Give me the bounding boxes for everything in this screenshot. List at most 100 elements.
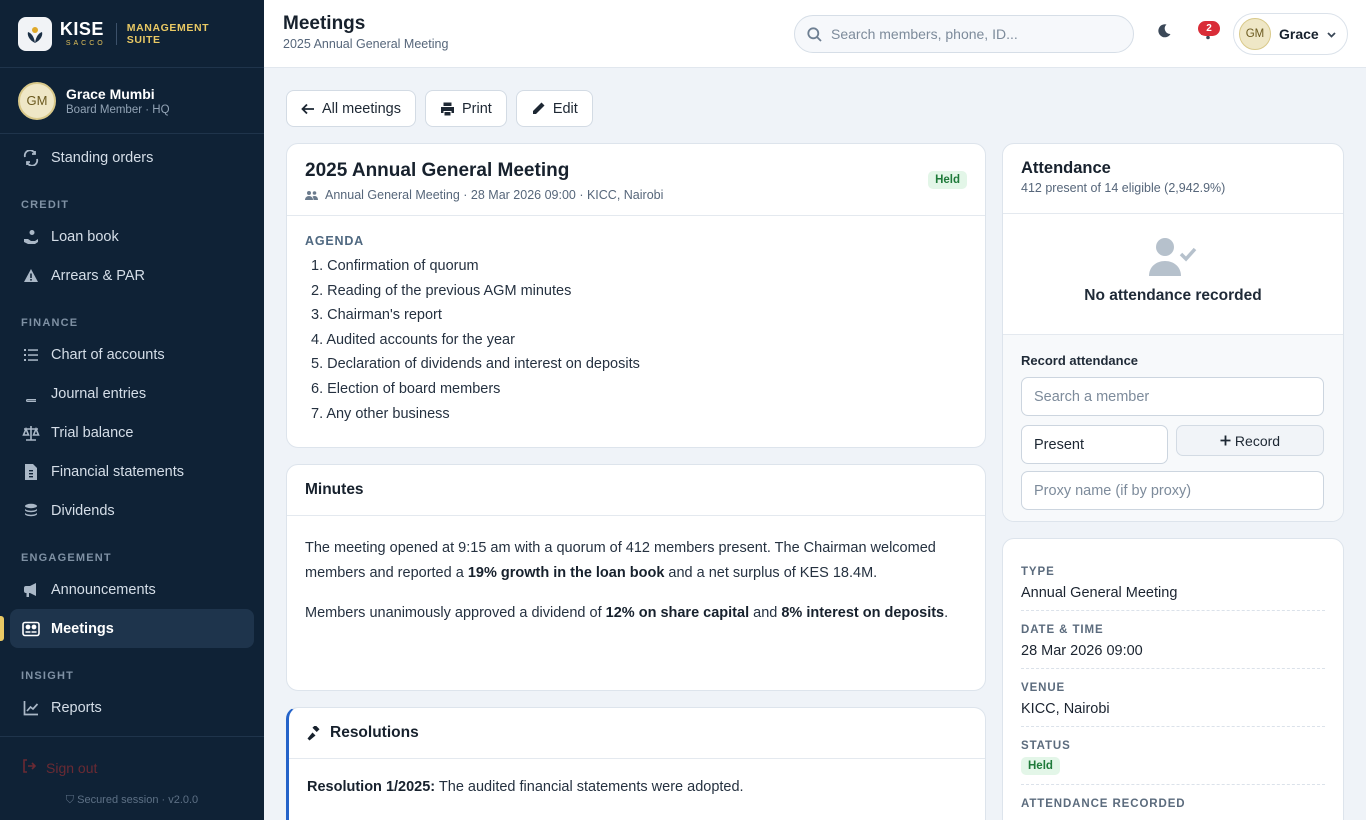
brand-name: KISE	[59, 19, 104, 39]
sidebar-item-label: Dividends	[51, 502, 115, 519]
resolution-text: The audited financial statements were ad…	[435, 779, 744, 795]
book-icon	[22, 385, 40, 403]
agenda-item: 6. Election of board members	[311, 380, 501, 397]
printer-icon	[440, 102, 455, 116]
page-subtitle: 2025 Annual General Meeting	[283, 37, 449, 51]
detail-label: TYPE	[1021, 566, 1055, 578]
avatar: GM	[18, 81, 56, 120]
gavel-icon	[307, 725, 322, 741]
agenda-list: 1. Confirmation of quorum 2. Reading of …	[287, 254, 985, 426]
global-search[interactable]	[794, 15, 1134, 53]
minutes-highlight: 8% interest on deposits	[781, 605, 945, 621]
proxy-name-input[interactable]	[1021, 471, 1324, 510]
sidebar-item-label: Meetings	[51, 620, 114, 637]
sidebar-item-label: Reports	[51, 699, 102, 716]
member-search-input[interactable]	[1021, 377, 1324, 416]
warning-icon	[22, 267, 40, 285]
sidebar-user-card[interactable]: GM Grace Mumbi Board Member · HQ	[0, 68, 264, 134]
attendance-title: Attendance	[1021, 159, 1111, 177]
attendance-empty-state: No attendance recorded	[1003, 214, 1343, 335]
sidebar-item-announcements[interactable]: Announcements	[10, 570, 254, 609]
people-board-icon	[22, 620, 40, 638]
user-menu-button[interactable]: GM Grace	[1233, 13, 1348, 55]
record-button[interactable]: Record	[1176, 425, 1324, 456]
signout-button[interactable]: Sign out	[0, 737, 264, 776]
detail-status: STATUS Held	[1021, 740, 1325, 785]
scale-icon	[22, 424, 40, 442]
sidebar-item-loan-book[interactable]: Loan book	[10, 217, 254, 256]
sidebar-item-meetings[interactable]: Meetings	[0, 609, 254, 648]
status-badge: Held	[1021, 757, 1060, 775]
detail-datetime: DATE & TIME 28 Mar 2026 09:00	[1021, 624, 1325, 669]
user-name: Grace Mumbi	[66, 85, 155, 102]
sidebar-item-label: Journal entries	[51, 385, 147, 402]
detail-label: ATTENDANCE RECORDED	[1021, 798, 1186, 810]
detail-value: Annual General Meeting	[1021, 585, 1178, 601]
detail-value: KICC, Nairobi	[1021, 701, 1110, 717]
megaphone-icon	[22, 581, 40, 599]
attendance-card: Attendance 412 present of 14 eligible (2…	[1002, 143, 1344, 522]
hand-coins-icon	[22, 228, 40, 246]
shield-icon: ⛉	[65, 794, 75, 806]
sidebar: KISE SACCO MANAGEMENT SUITE GM Grace Mum…	[0, 0, 264, 820]
meeting-meta-text: Annual General Meeting · 28 Mar 2026 09:…	[325, 188, 664, 202]
sidebar-item-label: Financial statements	[51, 463, 184, 480]
all-meetings-button[interactable]: All meetings	[286, 90, 416, 127]
signout-label: Sign out	[46, 759, 98, 776]
chevron-down-icon	[1326, 29, 1337, 40]
edit-label: Edit	[552, 100, 578, 117]
detail-label: VENUE	[1021, 682, 1066, 694]
minutes-text: and a net surplus of KES 18.4M.	[664, 564, 878, 581]
attendance-empty-text: No attendance recorded	[1084, 287, 1262, 304]
sign-out-icon	[22, 759, 37, 776]
nav-section-finance: FINANCE	[21, 317, 79, 329]
edit-button[interactable]: Edit	[515, 90, 593, 127]
agenda-heading: AGENDA	[305, 234, 364, 248]
detail-attendance-recorded: ATTENDANCE RECORDED	[1021, 798, 1325, 819]
attendance-status-select[interactable]: Present	[1021, 425, 1168, 464]
agenda-item: 4. Audited accounts for the year	[311, 331, 515, 348]
sidebar-item-label: Chart of accounts	[51, 346, 165, 363]
sidebar-footer: Sign out ⛉ Secured session · v2.0.0	[0, 736, 264, 820]
nav-section-engagement: ENGAGEMENT	[21, 552, 112, 564]
meeting-details-card: TYPE Annual General Meeting DATE & TIME …	[1002, 538, 1344, 820]
sidebar-item-standing-orders[interactable]: Standing orders	[10, 138, 254, 177]
print-label: Print	[461, 100, 492, 117]
sidebar-item-dividends[interactable]: Dividends	[10, 491, 254, 530]
secured-session-note: ⛉ Secured session · v2.0.0	[0, 794, 264, 807]
minutes-text: Members unanimously approved a dividend …	[305, 605, 606, 621]
chart-line-icon	[22, 699, 40, 717]
resolutions-heading: Resolutions	[289, 708, 985, 759]
brand[interactable]: KISE SACCO MANAGEMENT SUITE	[0, 0, 264, 68]
repeat-icon	[22, 149, 40, 167]
notification-count-badge[interactable]: 2	[1198, 21, 1220, 36]
minutes-paragraph: The meeting opened at 9:15 am with a quo…	[305, 536, 967, 585]
status-badge: Held	[928, 171, 967, 189]
search-input[interactable]	[831, 26, 1121, 42]
dark-mode-toggle-icon[interactable]	[1156, 23, 1172, 44]
coins-icon	[22, 502, 40, 520]
brand-divider	[115, 22, 117, 45]
sidebar-item-trial-balance[interactable]: Trial balance	[10, 413, 254, 452]
detail-label: STATUS	[1021, 740, 1071, 752]
sidebar-item-arrears-par[interactable]: Arrears & PAR	[10, 256, 254, 295]
sidebar-item-reports[interactable]: Reports	[10, 688, 254, 727]
sidebar-nav: Standing orders CREDIT Loan book Arrears…	[0, 134, 264, 731]
nav-section-credit: CREDIT	[21, 199, 70, 211]
sidebar-item-label: Loan book	[51, 228, 119, 245]
attendance-header: Attendance 412 present of 14 eligible (2…	[1003, 144, 1343, 214]
sidebar-item-journal-entries[interactable]: Journal entries	[10, 374, 254, 413]
sidebar-item-financial-statements[interactable]: Financial statements	[10, 452, 254, 491]
users-icon	[305, 190, 318, 201]
secured-session-text: Secured session · v2.0.0	[77, 794, 199, 806]
meeting-title: 2025 Annual General Meeting	[305, 160, 570, 181]
brand-tagline: SACCO	[65, 40, 106, 47]
nav-section-insight: INSIGHT	[21, 670, 75, 682]
meeting-card: 2025 Annual General Meeting Annual Gener…	[286, 143, 986, 448]
print-button[interactable]: Print	[424, 90, 507, 127]
top-header: Meetings 2025 Annual General Meeting 2 G…	[264, 0, 1366, 68]
sidebar-item-chart-of-accounts[interactable]: Chart of accounts	[10, 335, 254, 374]
meeting-meta: Annual General Meeting · 28 Mar 2026 09:…	[305, 188, 967, 202]
record-attendance-form: Record attendance Present Record	[1003, 335, 1343, 521]
user-menu-name: Grace	[1279, 26, 1319, 42]
